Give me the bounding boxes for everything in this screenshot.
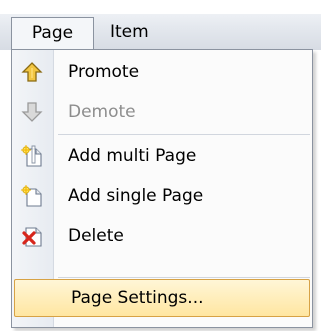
promote-arrow-icon xyxy=(21,62,43,82)
page-dropdown-menu: Promote Demote Add multi Page Add single… xyxy=(11,49,313,328)
add-single-page-icon xyxy=(21,185,42,207)
menu-separator xyxy=(58,134,310,135)
menu-item-label: Promote xyxy=(68,62,140,82)
menu-separator xyxy=(58,277,310,278)
menu-item-demote: Demote xyxy=(12,92,312,132)
menu-bar-top-strip xyxy=(0,0,321,14)
menu-tab-item[interactable]: Item xyxy=(106,17,166,50)
menu-item-delete[interactable]: Delete xyxy=(12,216,312,256)
menu-item-promote[interactable]: Promote xyxy=(12,52,312,92)
menu-item-add-multi-page[interactable]: Add multi Page xyxy=(12,136,312,176)
menu-tab-page[interactable]: Page xyxy=(11,17,94,50)
delete-icon xyxy=(22,227,42,247)
menu-item-page-settings[interactable]: Page Settings... xyxy=(14,279,310,317)
menu-item-label: Page Settings... xyxy=(71,288,204,308)
demote-arrow-icon xyxy=(21,102,43,122)
menu-item-label: Demote xyxy=(68,102,136,122)
menu-item-label: Add single Page xyxy=(68,186,204,206)
add-multi-page-icon xyxy=(21,145,42,167)
menu-item-add-single-page[interactable]: Add single Page xyxy=(12,176,312,216)
menu-item-label: Add multi Page xyxy=(68,146,197,166)
menu-item-label: Delete xyxy=(68,226,124,246)
menu-bar: Page Item xyxy=(0,0,321,50)
